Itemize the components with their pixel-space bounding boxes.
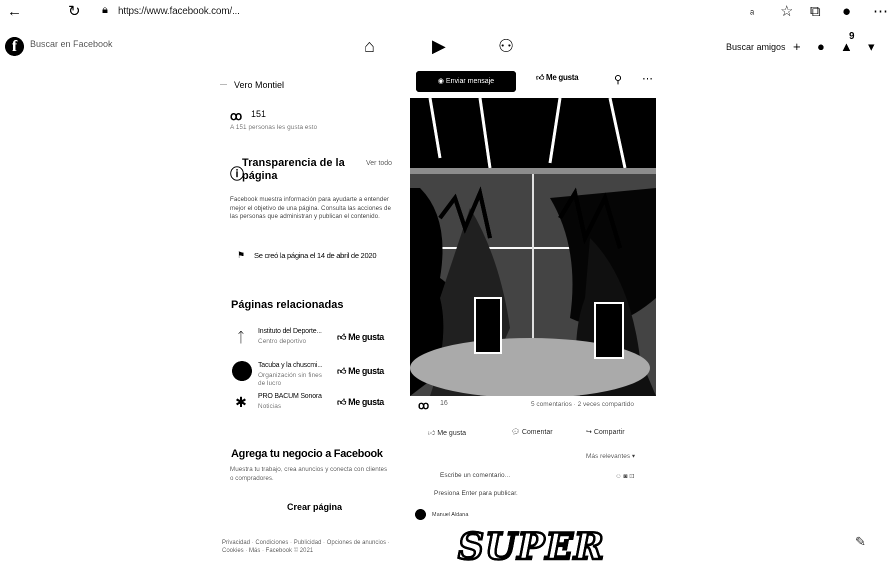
likes-icon: ꝏ [230, 109, 243, 123]
more-options-icon[interactable]: ⋯ [642, 72, 653, 85]
create-plus-icon[interactable]: + [793, 39, 801, 54]
create-page-button[interactable]: Crear página [287, 502, 342, 512]
sticker-text: SUPER [457, 528, 605, 568]
new-message-edit-icon[interactable]: ✎ [855, 534, 866, 550]
read-aloud-icon[interactable]: ᵃ [750, 5, 754, 23]
like-label: Me gusta [348, 397, 384, 407]
related-page-avatar: ✱ [235, 394, 247, 410]
home-icon[interactable]: ⌂ [364, 36, 375, 57]
comment-input[interactable]: Escribe un comentario... [440, 472, 510, 479]
emoji-icons[interactable]: ☺ ◙ ⊡ [615, 472, 635, 480]
reactions-icon: ꝏ [418, 400, 430, 412]
commenter-avatar[interactable] [415, 509, 426, 520]
groups-icon[interactable]: ⚇ [498, 36, 514, 57]
messenger-icon[interactable]: ● [817, 39, 825, 54]
likes-subtext: A 151 personas les gusta esto [230, 124, 318, 131]
add-business-title: Agrega tu negocio a Facebook [231, 448, 383, 460]
browser-toolbar: ← ↻ 🔒︎ https://www.facebook.com/... ᵃ ☆ … [0, 0, 894, 26]
related-page-like-button[interactable]: 👍︎ Me gusta [337, 366, 384, 377]
related-page-like-button[interactable]: 👍︎ Me gusta [337, 397, 384, 408]
related-page-name[interactable]: Tacuba y la chuscmi... [258, 362, 323, 369]
transparency-description: Facebook muestra información para ayudar… [230, 196, 392, 220]
likes-count: 151 [251, 109, 267, 119]
find-friends-link[interactable]: Buscar amigos [726, 42, 786, 52]
page-owner-name[interactable]: Vero Montiel [234, 80, 284, 90]
post-column: ◉ Enviar mensaje 👍︎ Me gusta ⚲ ⋯ ꝏ 16 5 … [410, 66, 660, 569]
related-page-avatar [232, 361, 252, 381]
collections-icon[interactable]: ⧉ [810, 3, 821, 21]
like-label: Me gusta [348, 366, 384, 376]
related-pages-title: Páginas relacionadas [231, 299, 344, 311]
page-created-date: Se creó la página el 14 de abril de 2020 [254, 251, 377, 260]
post-share-label: Compartir [593, 429, 625, 436]
post-like-action[interactable]: 👍︎ Me gusta [428, 428, 466, 437]
post-photo[interactable] [410, 98, 656, 396]
footer-links[interactable]: Privacidad · Condiciones · Publicidad · … [222, 539, 397, 555]
related-page-item[interactable]: ᛏ Instituto del Deporte... Centro deport… [230, 327, 400, 355]
related-page-name[interactable]: Instituto del Deporte... [258, 328, 322, 335]
account-menu-icon[interactable]: ▾ [868, 39, 875, 55]
reactions-count[interactable]: 16 [440, 400, 448, 407]
comments-shares-count[interactable]: 5 comentarios · 2 veces compartido [531, 401, 634, 408]
post-share-action[interactable]: ↪ Compartir [586, 428, 625, 436]
comment-sort-dropdown[interactable]: Más relevantes ▾ [586, 452, 635, 460]
more-menu-icon[interactable]: ⋯ [873, 3, 888, 21]
address-bar[interactable]: https://www.facebook.com/... [118, 6, 240, 17]
flag-icon: ⚑ [237, 250, 246, 260]
post-photo-image [410, 98, 656, 396]
back-arrow-icon[interactable]: ← [7, 3, 22, 21]
like-label: Me gusta [348, 332, 384, 342]
related-page-category: Organización sin fines de lucro [258, 372, 322, 387]
favorite-star-icon[interactable]: ☆ [780, 3, 793, 21]
related-page-category: Centro deportivo [258, 338, 307, 345]
post-comment-action[interactable]: 💬︎ Comentar [511, 428, 553, 436]
post-comment-label: Comentar [521, 429, 553, 436]
related-page-item[interactable]: ✱ PRO BACUM Sonora Noticias 👍︎ Me gusta [230, 392, 400, 420]
facebook-search-input[interactable]: Buscar en Facebook [30, 39, 113, 49]
comment-sticker: SUPER [450, 528, 620, 569]
lock-icon: 🔒︎ [102, 4, 108, 16]
send-message-label: Enviar mensaje [445, 78, 495, 85]
facebook-logo-icon[interactable]: f [5, 37, 24, 56]
post-like-label: Me gusta [437, 430, 467, 437]
see-all-link[interactable]: Ver todo [366, 160, 392, 167]
add-business-description: Muestra tu trabajo, crea anuncios y cone… [230, 466, 388, 482]
comment-hint: Presiona Enter para publicar. [434, 490, 518, 497]
watch-icon[interactable]: ▶ [432, 36, 446, 57]
related-page-avatar: ᛏ [236, 329, 246, 345]
related-page-item[interactable]: Tacuba y la chuscmi... Organización sin … [230, 361, 400, 389]
send-message-button[interactable]: ◉ Enviar mensaje [416, 71, 516, 92]
related-page-name[interactable]: PRO BACUM Sonora [258, 393, 322, 400]
search-icon[interactable]: ⚲ [614, 73, 622, 86]
facebook-header: f Buscar en Facebook ⌂ ▶ ⚇ Buscar amigos… [0, 30, 894, 64]
like-page-button[interactable]: 👍︎ Me gusta [536, 73, 579, 83]
owner-icon: — [220, 81, 227, 88]
like-page-label: Me gusta [545, 73, 579, 82]
commenter-name[interactable]: Manuel Aldana [432, 512, 468, 518]
notification-badge: 9 [849, 31, 855, 42]
related-page-category: Noticias [258, 403, 282, 410]
profile-icon[interactable]: ● [842, 3, 851, 21]
page-info-column: — Vero Montiel ꝏ 151 A 151 personas les … [220, 72, 400, 569]
transparency-title: Transparencia de la página [242, 157, 345, 182]
related-page-like-button[interactable]: 👍︎ Me gusta [337, 332, 384, 343]
reload-icon[interactable]: ↻ [68, 3, 81, 21]
